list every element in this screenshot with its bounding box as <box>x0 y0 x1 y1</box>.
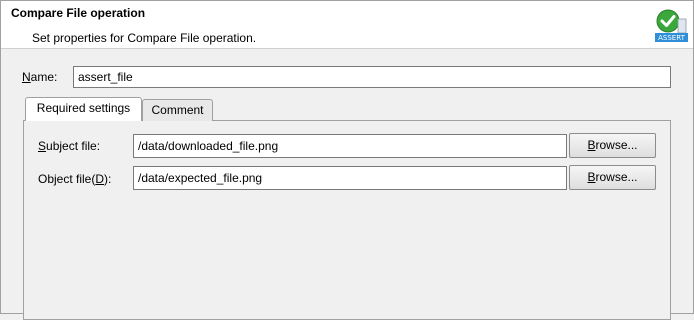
subject-browse-button[interactable]: Browse... <box>569 133 656 158</box>
dialog-title: Compare File operation <box>11 6 146 20</box>
name-label: Name: <box>22 70 58 84</box>
required-settings-panel: Subject file: Browse... Object file(D): … <box>23 120 671 320</box>
subject-file-input[interactable] <box>133 134 567 158</box>
object-file-input[interactable] <box>133 166 567 190</box>
name-input[interactable] <box>73 66 671 88</box>
object-file-label: Object file(D): <box>38 172 112 186</box>
tab-required-settings[interactable]: Required settings <box>25 97 142 121</box>
assert-check-icon: ASSERT <box>653 7 689 43</box>
dialog-header: Compare File operation Set properties fo… <box>1 1 693 49</box>
object-browse-button[interactable]: Browse... <box>569 165 656 190</box>
dialog-description: Set properties for Compare File operatio… <box>32 31 257 45</box>
assert-icon-label: ASSERT <box>658 34 685 42</box>
tab-comment[interactable]: Comment <box>142 99 213 121</box>
subject-file-label: Subject file: <box>38 139 101 153</box>
compare-file-dialog: Compare File operation Set properties fo… <box>0 0 694 320</box>
